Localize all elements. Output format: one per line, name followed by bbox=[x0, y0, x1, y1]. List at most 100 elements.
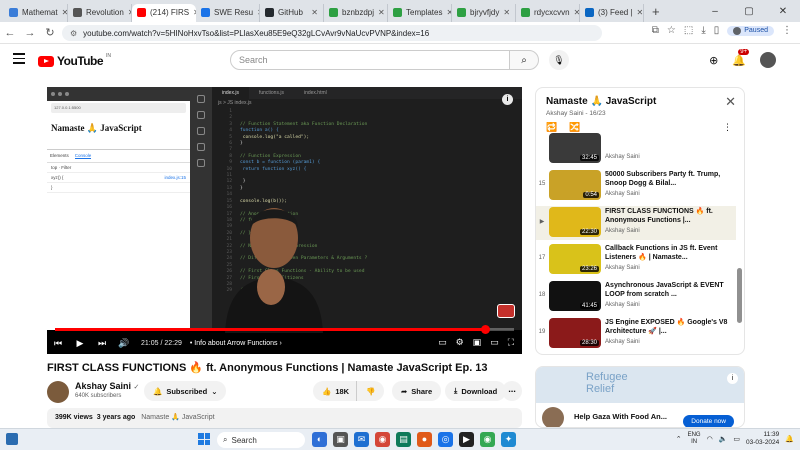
browser-tab[interactable]: rdycxcvvn ✕ bbox=[516, 3, 580, 22]
info-card-icon[interactable]: i bbox=[502, 94, 513, 105]
volume-icon[interactable]: 🔊 bbox=[113, 338, 135, 349]
ad-info-icon[interactable]: i bbox=[727, 373, 738, 384]
taskbar-app-icon[interactable]: ◉ bbox=[480, 432, 495, 447]
channel-avatar[interactable] bbox=[47, 381, 69, 403]
playlist-item[interactable]: 32:45 Akshay Saini bbox=[536, 132, 736, 166]
taskbar-app-icon[interactable]: ✦ bbox=[501, 432, 516, 447]
search-button[interactable]: ⌕ bbox=[509, 50, 539, 70]
back-icon[interactable]: ← bbox=[0, 27, 20, 39]
reload-icon[interactable]: ↻ bbox=[40, 26, 60, 39]
download-icon[interactable]: ⤓ bbox=[701, 25, 705, 36]
settings-icon[interactable]: ⚙ bbox=[456, 337, 464, 348]
subscribed-button[interactable]: 🔔 Subscribed ⌄ bbox=[144, 381, 227, 401]
playlist-thumbnail[interactable]: 23:26 bbox=[549, 244, 601, 274]
like-button[interactable]: 👍 18K bbox=[313, 381, 359, 401]
channel-name[interactable]: Akshay Saini ✓ bbox=[75, 381, 139, 391]
channel-watermark-icon[interactable] bbox=[497, 304, 515, 318]
wifi-icon[interactable]: ◠ bbox=[707, 435, 713, 443]
browser-tab[interactable]: GitHub ✕ bbox=[260, 3, 324, 22]
tab-close-icon[interactable]: ✕ bbox=[503, 8, 510, 17]
playlist-thumbnail[interactable]: 22:30 bbox=[549, 207, 601, 237]
speaker-icon[interactable]: 🔈 bbox=[719, 435, 728, 443]
account-avatar[interactable] bbox=[760, 52, 776, 68]
playlist-scrollbar[interactable] bbox=[737, 268, 742, 323]
notification-center-icon[interactable]: 🔔 bbox=[785, 435, 794, 443]
tab-close-icon[interactable]: ✕ bbox=[378, 8, 385, 17]
previous-icon[interactable]: ⏮ bbox=[47, 338, 69, 349]
sidebar-icon[interactable]: ▯ bbox=[714, 25, 720, 36]
playlist-thumbnail[interactable]: 41:45 bbox=[549, 281, 601, 311]
browser-tab[interactable]: (214) FIRS✕ bbox=[132, 3, 196, 22]
playlist-thumbnail[interactable]: 0:54 bbox=[549, 170, 601, 200]
youtube-logo[interactable]: YouTube IN bbox=[38, 53, 111, 68]
notifications-icon[interactable]: 🔔 9+ bbox=[732, 48, 750, 67]
search-input[interactable]: Search bbox=[230, 50, 510, 70]
taskbar-app-icon[interactable]: ▣ bbox=[333, 432, 348, 447]
progress-bar[interactable] bbox=[55, 325, 514, 334]
new-tab-icon[interactable]: + bbox=[652, 4, 660, 19]
site-info-icon[interactable]: ⚙ bbox=[70, 29, 77, 38]
bookmark-star-icon[interactable]: ☆ bbox=[667, 25, 676, 36]
url-field[interactable]: ⚙ youtube.com/watch?v=5HINoHxvTso&list=P… bbox=[62, 25, 602, 41]
browser-tab[interactable]: bjryvfjdy ✕ bbox=[452, 3, 516, 22]
profile-paused-button[interactable]: Paused bbox=[727, 25, 774, 36]
start-icon[interactable] bbox=[198, 433, 210, 445]
taskbar-app-icon[interactable]: ◉ bbox=[375, 432, 390, 447]
playlist-item[interactable]: ▶ 22:30 FIRST CLASS FUNCTIONS 🔥 ft. Anonym… bbox=[536, 206, 736, 240]
clock[interactable]: 11:39 03-03-2024 bbox=[746, 431, 779, 447]
chapter-title[interactable]: • Info about Arrow Functions › bbox=[190, 340, 282, 347]
share-button[interactable]: ➦ Share bbox=[392, 381, 442, 401]
play-icon[interactable]: ▶ bbox=[69, 338, 91, 349]
tab-close-icon[interactable]: ✕ bbox=[311, 8, 318, 17]
playlist-item[interactable]: 17 23:26 Callback Functions in JS ft. Even… bbox=[536, 243, 736, 277]
playlist-item[interactable]: 20TRUST ISSUES with setTimeout() | Namas… bbox=[536, 354, 736, 355]
next-icon[interactable]: ⏭ bbox=[91, 338, 113, 349]
install-icon[interactable]: ⧉ bbox=[652, 25, 659, 36]
playlist-thumbnail[interactable]: 28:30 bbox=[549, 318, 601, 348]
close-icon[interactable]: ✕ bbox=[725, 94, 736, 110]
more-actions-icon[interactable]: ⋯ bbox=[502, 381, 522, 401]
hamburger-menu-icon[interactable] bbox=[13, 53, 25, 67]
taskbar-app-icon[interactable]: ▤ bbox=[396, 432, 411, 447]
taskbar-app-icon[interactable]: ✉ bbox=[354, 432, 369, 447]
browser-tab[interactable]: Templates✕ bbox=[388, 3, 452, 22]
taskbar-app-icon[interactable]: ▶ bbox=[459, 432, 474, 447]
playlist-title[interactable]: Namaste 🙏 JavaScript bbox=[546, 96, 734, 107]
playlist-thumbnail[interactable]: 32:45 bbox=[549, 133, 601, 163]
taskbar-app-icon[interactable]: ◐ bbox=[312, 432, 327, 447]
playlist-item[interactable]: 18 41:45 Asynchronous JavaScript & EVENT L… bbox=[536, 280, 736, 314]
donate-button[interactable]: Donate now bbox=[683, 415, 734, 427]
taskbar-app-icon[interactable]: ◎ bbox=[438, 432, 453, 447]
browser-tab[interactable]: bznbzdpj ✕ bbox=[324, 3, 388, 22]
playlist-item[interactable]: 15 0:54 50000 Subscribers Party ft. Trump,… bbox=[536, 169, 736, 203]
minimize-icon[interactable]: – bbox=[698, 0, 732, 22]
close-window-icon[interactable]: ✕ bbox=[766, 0, 800, 22]
browser-menu-icon[interactable]: ⋮ bbox=[782, 25, 792, 36]
browser-tab[interactable]: SWE Resu✕ bbox=[196, 3, 260, 22]
ad-card[interactable]: Refugee Relief i Help Gaza With Food An..… bbox=[535, 366, 745, 428]
miniplayer-icon[interactable]: ▣ bbox=[473, 337, 482, 348]
dislike-button[interactable]: 👎 bbox=[356, 381, 385, 401]
taskbar-app-icon[interactable]: ● bbox=[417, 432, 432, 447]
battery-icon[interactable]: ▭ bbox=[733, 435, 740, 443]
download-button[interactable]: ⤓ Download bbox=[445, 381, 507, 401]
language-indicator[interactable]: ENG IN bbox=[688, 432, 701, 446]
fullscreen-icon[interactable]: ⛶ bbox=[508, 337, 514, 348]
maximize-icon[interactable]: ▢ bbox=[732, 0, 766, 22]
browser-tab[interactable]: Revolution✕ bbox=[68, 3, 132, 22]
voice-search-icon[interactable]: 🎙 bbox=[549, 50, 569, 70]
playlist-item[interactable]: 19 28:30 JS Engine EXPOSED 🔥 Google's V8 A… bbox=[536, 317, 736, 351]
widgets-icon[interactable] bbox=[6, 433, 18, 445]
tab-close-icon[interactable]: ✕ bbox=[637, 8, 643, 17]
video-player[interactable]: 127.0.0.1:5500 Namaste 🙏 JavaScript Elem… bbox=[47, 87, 522, 354]
extensions-icon[interactable]: ⬚ bbox=[684, 25, 693, 36]
description-box[interactable]: 399K views 3 years ago Namaste 🙏 JavaScri… bbox=[47, 408, 522, 428]
create-icon[interactable]: ⊕ bbox=[709, 54, 718, 67]
tray-overflow-icon[interactable]: ⌃ bbox=[676, 435, 682, 443]
browser-tab[interactable]: (3) Feed | ✕ bbox=[580, 3, 644, 22]
subtitles-icon[interactable]: ▭ bbox=[438, 337, 447, 348]
browser-tab[interactable]: Mathemat ✕ bbox=[4, 3, 68, 22]
taskbar-search[interactable]: ⌕ Search bbox=[217, 432, 305, 448]
theater-mode-icon[interactable]: ▭ bbox=[490, 337, 499, 348]
forward-icon[interactable]: → bbox=[20, 27, 40, 39]
